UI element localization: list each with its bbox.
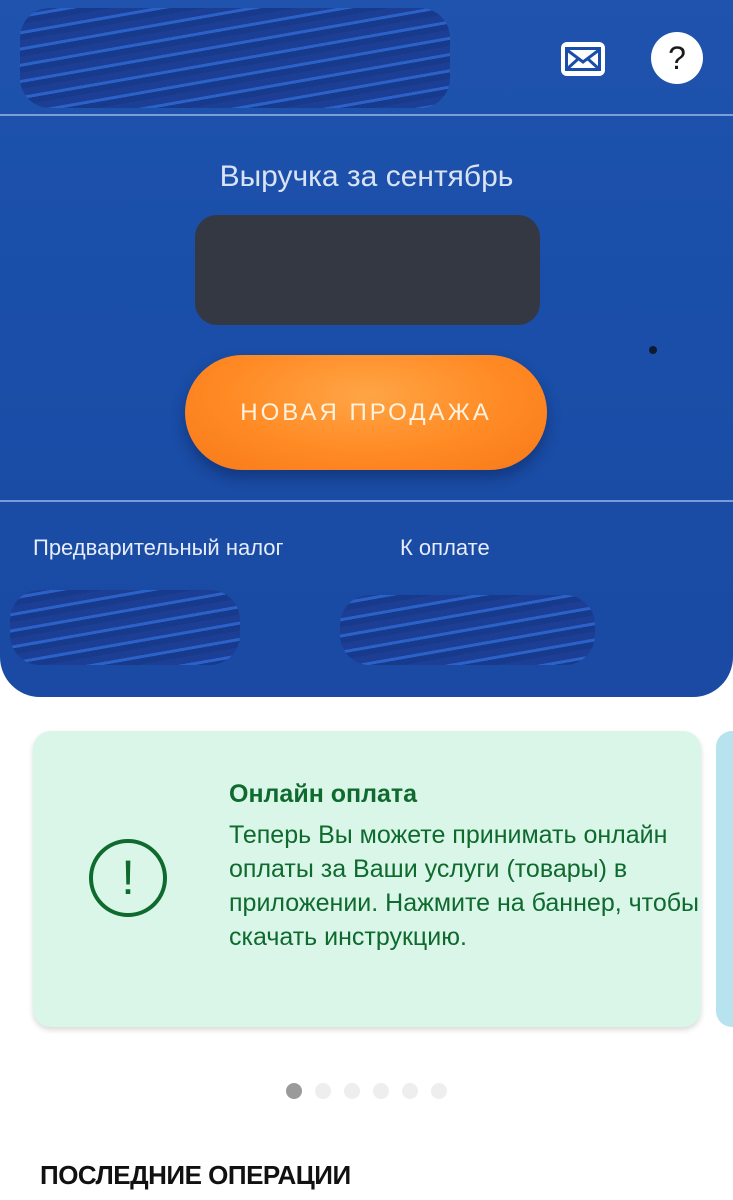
help-symbol: ? xyxy=(668,39,686,76)
pager-dot-active[interactable] xyxy=(286,1083,302,1099)
recent-operations-title: ПОСЛЕДНИЕ ОПЕРАЦИИ xyxy=(40,1160,351,1190)
to-pay-label: К оплате xyxy=(400,535,490,560)
redacted-account-name xyxy=(20,8,450,108)
banner-text: Теперь Вы можете принимать онлайн оплаты… xyxy=(229,821,700,951)
mail-icon[interactable] xyxy=(561,42,605,76)
summary-divider xyxy=(0,500,733,502)
warning-icon: ! xyxy=(89,839,167,917)
redacted-pay-amount xyxy=(340,595,595,665)
redacted-revenue-amount xyxy=(195,215,540,325)
revenue-title: Выручка за сентябрь xyxy=(219,160,514,193)
pager-dot[interactable] xyxy=(344,1083,360,1099)
pager-dot[interactable] xyxy=(402,1083,418,1099)
decorative-dot xyxy=(649,346,657,354)
header-panel: ? Выручка за сентябрь НОВАЯ ПРОДАЖА Пред… xyxy=(0,0,733,697)
next-banner-peek[interactable] xyxy=(716,731,733,1027)
new-sale-button[interactable]: НОВАЯ ПРОДАЖА xyxy=(185,355,547,470)
warning-symbol: ! xyxy=(121,851,135,905)
banner-title: Онлайн оплата xyxy=(229,780,418,808)
pager-dot[interactable] xyxy=(315,1083,331,1099)
help-icon[interactable]: ? xyxy=(651,32,703,84)
tax-label: Предварительный налог xyxy=(33,535,284,560)
pager-dot[interactable] xyxy=(431,1083,447,1099)
pager-dot[interactable] xyxy=(373,1083,389,1099)
carousel-pager xyxy=(286,1083,447,1099)
header-divider xyxy=(0,114,733,116)
redacted-tax-amount xyxy=(10,590,240,665)
mail-icon-glyph xyxy=(565,47,601,71)
